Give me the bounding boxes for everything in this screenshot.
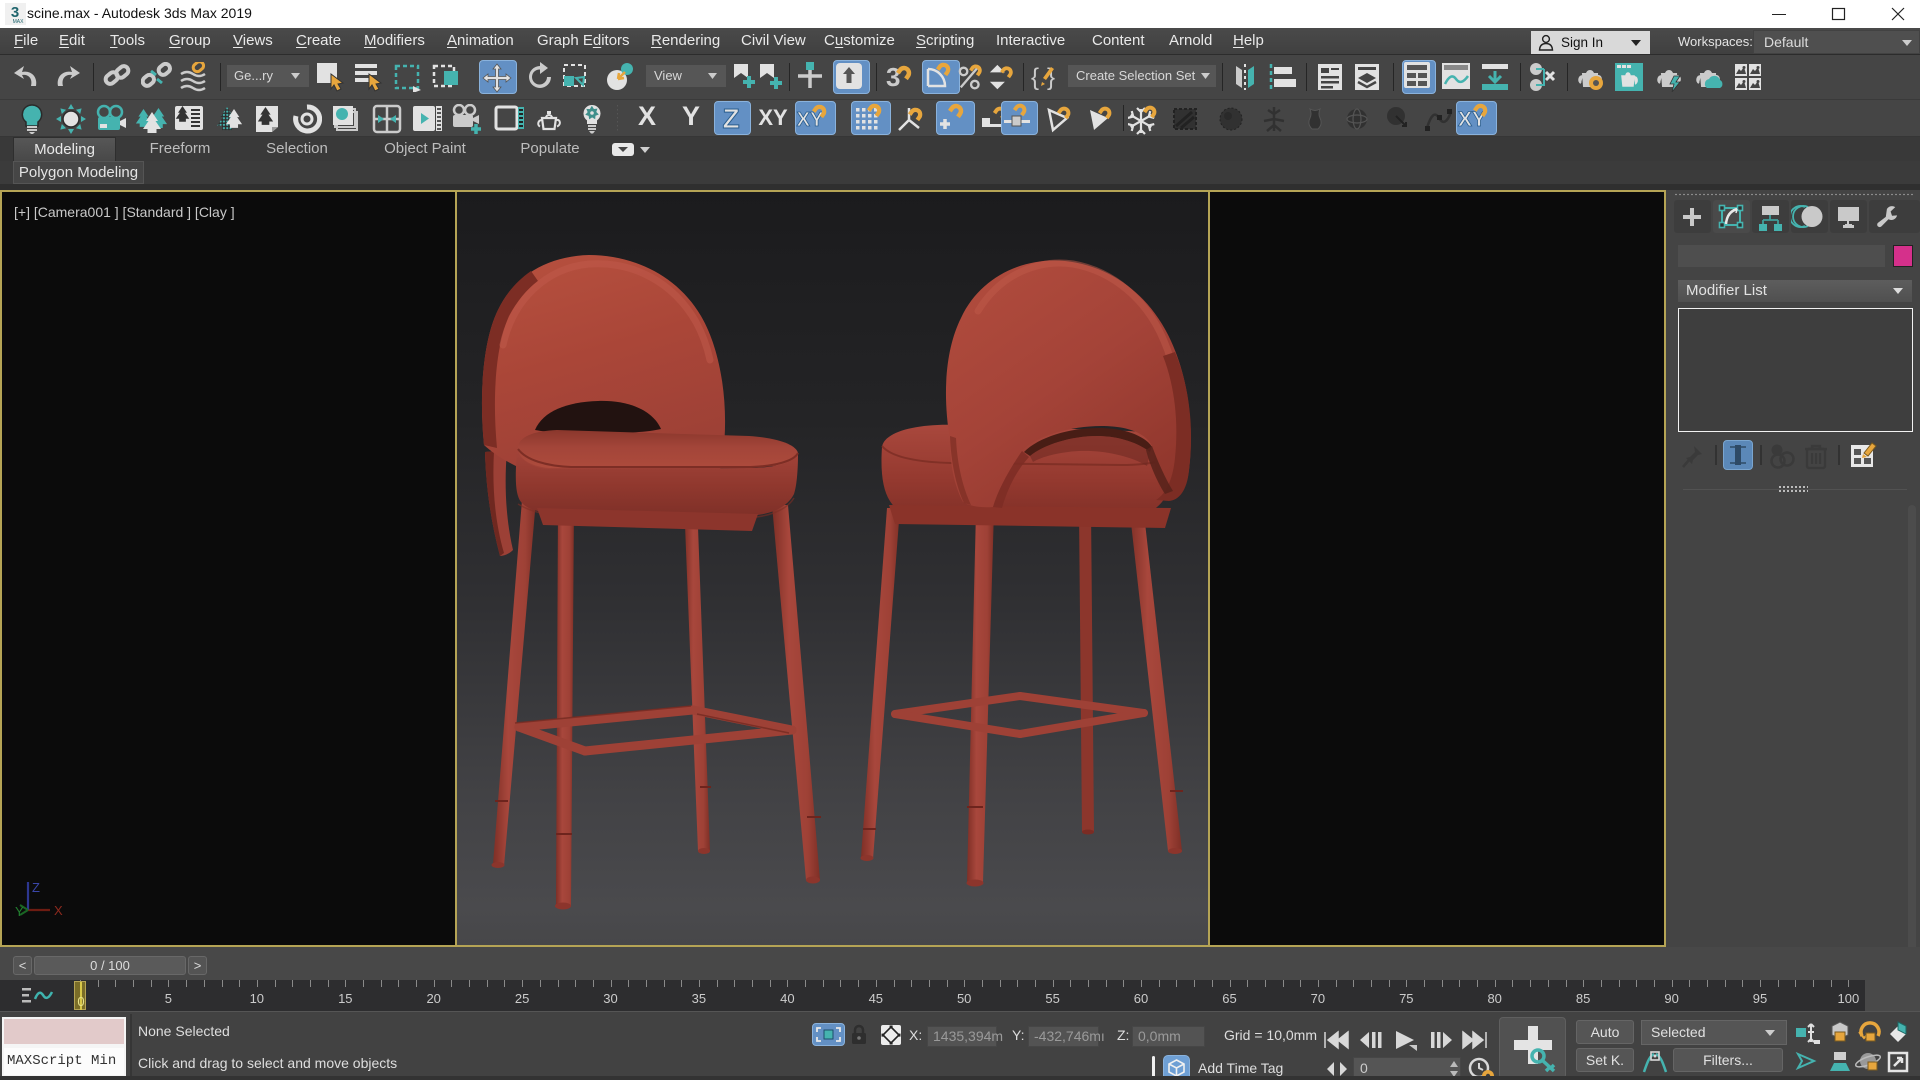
svg-text:Z: Z	[722, 103, 739, 134]
svg-text:XY: XY	[1458, 108, 1486, 131]
svg-text:XY: XY	[797, 109, 824, 131]
svg-text:MAX: MAX	[13, 19, 25, 25]
svg-text:X: X	[54, 903, 63, 918]
svg-text:{: {	[1031, 64, 1039, 91]
svg-text:Y: Y	[15, 904, 24, 919]
svg-text:3: 3	[886, 62, 900, 92]
svg-text:Z: Z	[32, 880, 40, 895]
